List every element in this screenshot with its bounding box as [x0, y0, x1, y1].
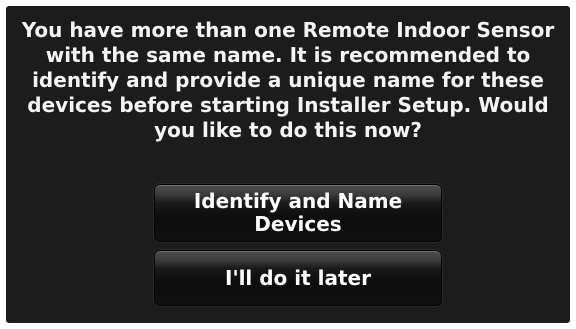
later-button-label: I'll do it later	[225, 265, 371, 290]
identify-and-name-devices-button[interactable]: Identify and Name Devices	[154, 184, 442, 242]
dialog-message: You have more than one Remote Indoor Sen…	[21, 18, 555, 142]
identify-button-label: Identify and Name Devices	[193, 189, 403, 236]
thermostat-screen: You have more than one Remote Indoor Sen…	[6, 6, 570, 323]
do-it-later-button[interactable]: I'll do it later	[154, 250, 442, 306]
